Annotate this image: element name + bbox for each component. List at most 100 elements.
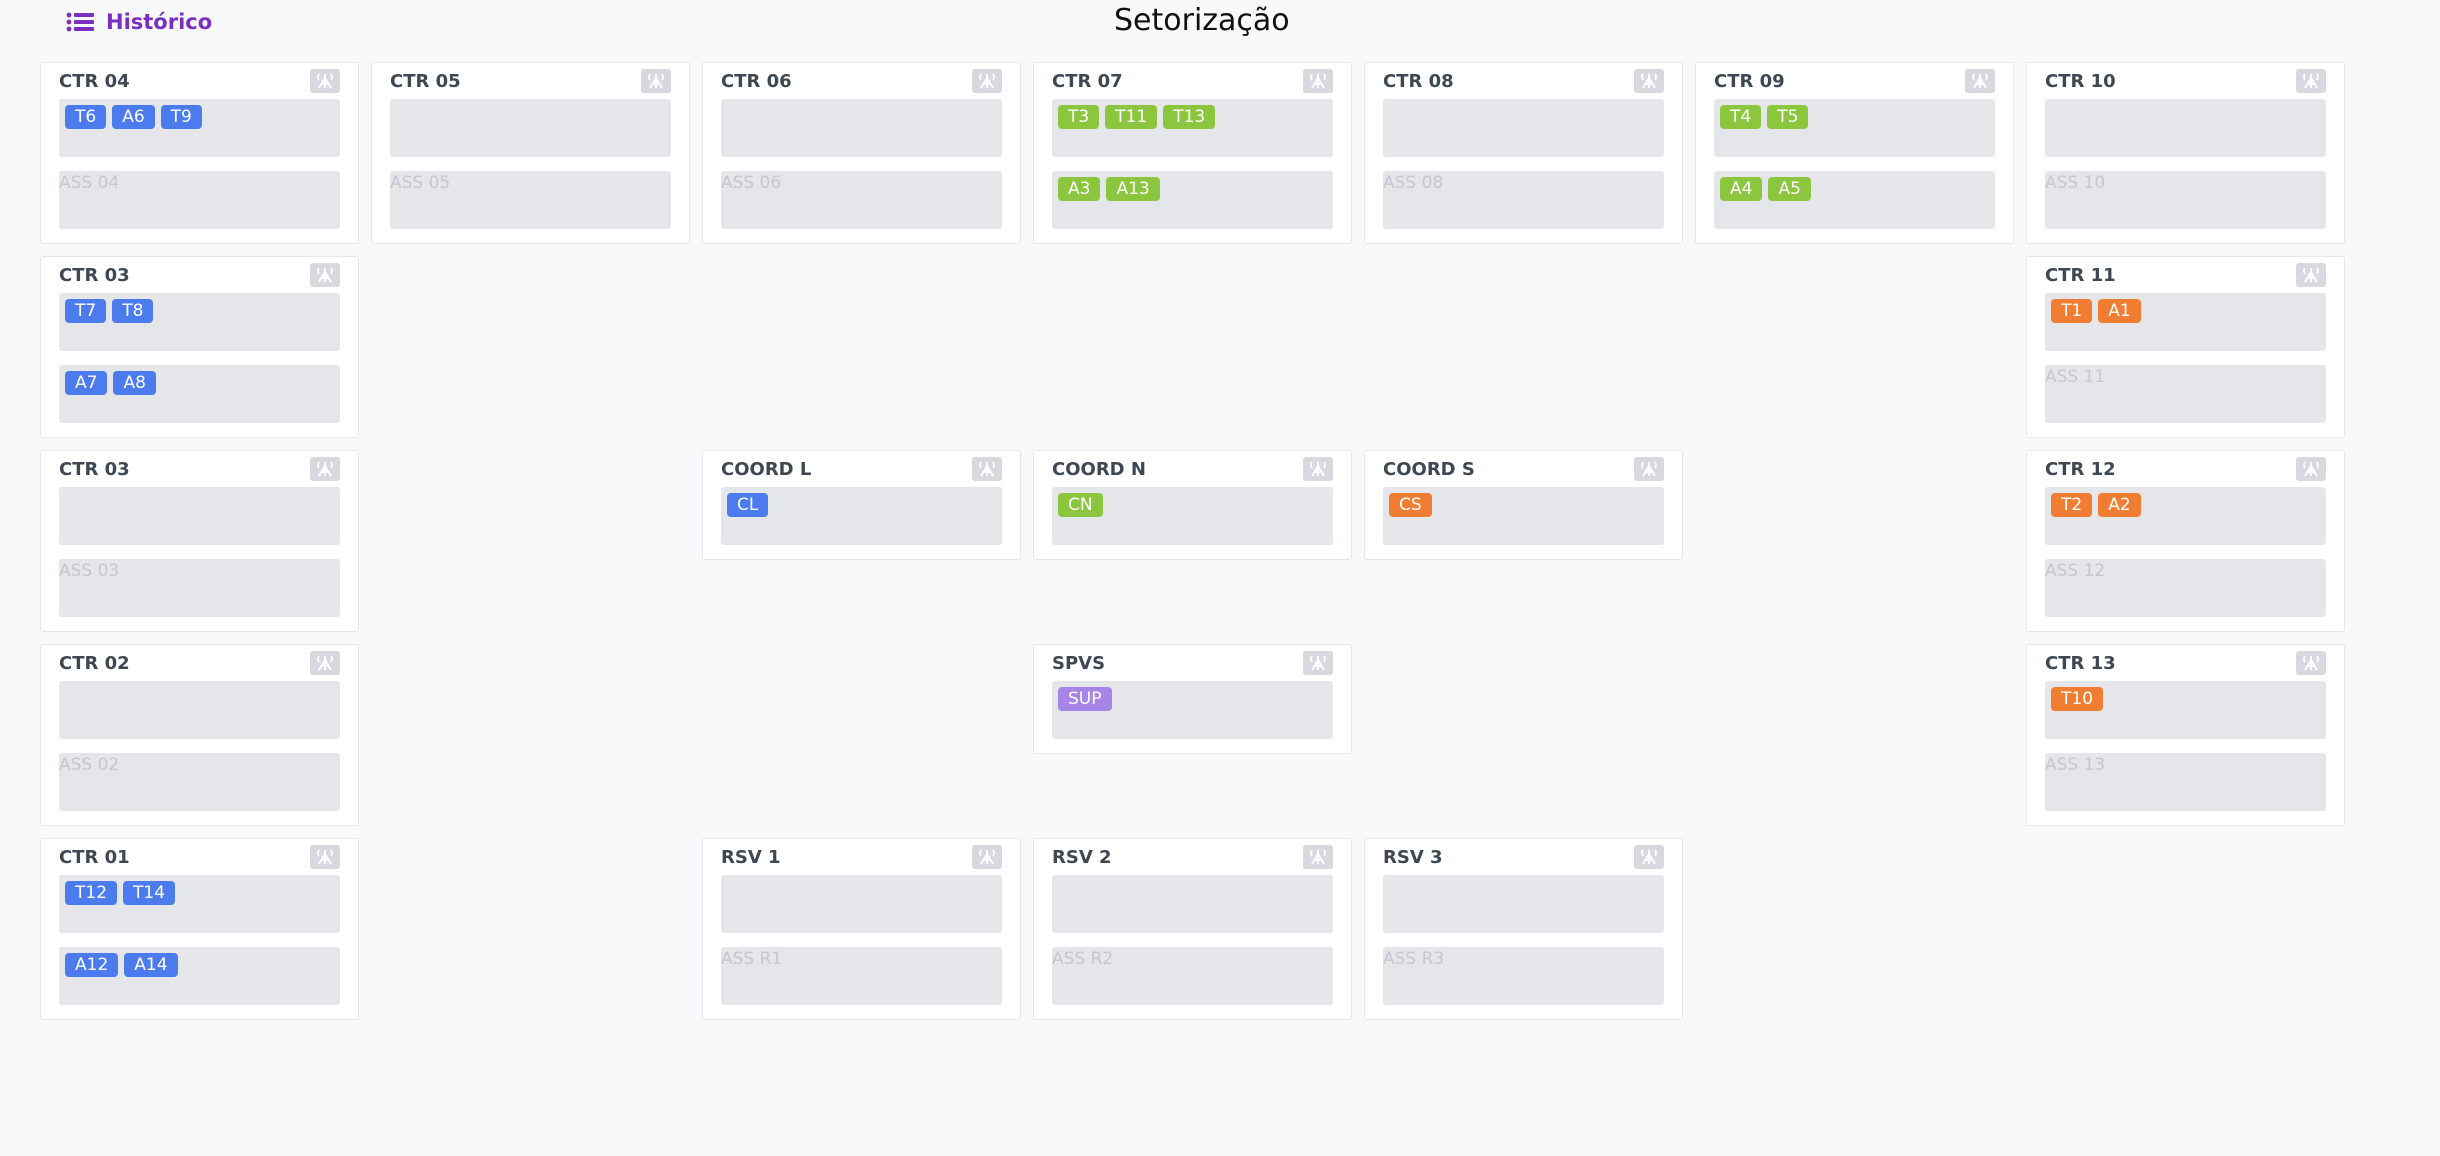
sector-chip[interactable]: T11 (1105, 105, 1158, 129)
assistant-slot[interactable]: ASS R1 (721, 947, 1002, 1005)
antenna-icon[interactable] (1634, 69, 1664, 93)
antenna-icon[interactable] (1303, 69, 1333, 93)
antenna-icon[interactable] (641, 69, 671, 93)
sector-chip[interactable]: T9 (160, 105, 202, 129)
card-title: CTR 10 (2045, 70, 2116, 92)
assistant-slot[interactable]: ASS R2 (1052, 947, 1333, 1005)
assistant-slot[interactable]: ASS 05 (390, 171, 671, 229)
sector-chip[interactable]: T12 (65, 881, 118, 905)
sector-chip[interactable]: CN (1058, 493, 1103, 517)
assistant-slot[interactable]: ASS 12 (2045, 559, 2326, 617)
sector-chip[interactable]: A14 (124, 953, 178, 977)
sector-slot[interactable]: CL (721, 487, 1002, 545)
sector-chip[interactable]: A12 (65, 953, 119, 977)
sector-chip[interactable]: T8 (112, 299, 154, 323)
assistant-slot[interactable]: ASS 08 (1383, 171, 1664, 229)
assistant-slot[interactable]: A4 A5 (1714, 171, 1995, 229)
sector-chip[interactable]: T13 (1163, 105, 1216, 129)
sector-chip[interactable]: A8 (113, 371, 156, 395)
sector-slot[interactable]: T10 (2045, 681, 2326, 739)
sector-slot[interactable]: CN (1052, 487, 1333, 545)
antenna-icon[interactable] (972, 69, 1002, 93)
assistant-slot[interactable]: ASS R3 (1383, 947, 1664, 1005)
antenna-icon[interactable] (310, 263, 340, 287)
sector-chip[interactable]: CS (1389, 493, 1432, 517)
sector-chip[interactable]: A5 (1768, 177, 1811, 201)
card-header: CTR 03 (59, 263, 340, 287)
sector-chip[interactable]: T2 (2051, 493, 2093, 517)
sector-chip[interactable]: T3 (1058, 105, 1100, 129)
sector-slot[interactable]: SUP (1052, 681, 1333, 739)
assistant-slot[interactable]: ASS 02 (59, 753, 340, 811)
antenna-icon[interactable] (972, 457, 1002, 481)
sector-chip[interactable]: A13 (1106, 177, 1160, 201)
sector-slot[interactable] (1052, 875, 1333, 933)
sector-chip[interactable]: A7 (65, 371, 108, 395)
assistant-slot[interactable]: A3 A13 (1052, 171, 1333, 229)
sector-slot[interactable]: T4 T5 (1714, 99, 1995, 157)
card-title: CTR 12 (2045, 458, 2116, 480)
sector-chip[interactable]: T1 (2051, 299, 2093, 323)
antenna-icon[interactable] (310, 651, 340, 675)
antenna-icon[interactable] (2296, 457, 2326, 481)
assistant-slot[interactable]: A7 A8 (59, 365, 340, 423)
sector-slot[interactable]: T2 A2 (2045, 487, 2326, 545)
position-card: RSV 3 ASS R3 (1364, 838, 1683, 1020)
sector-chip[interactable]: CL (727, 493, 769, 517)
sector-chip[interactable]: T5 (1767, 105, 1809, 129)
antenna-icon[interactable] (1303, 651, 1333, 675)
antenna-icon[interactable] (310, 457, 340, 481)
sector-slot[interactable] (1383, 875, 1664, 933)
antenna-icon[interactable] (972, 845, 1002, 869)
sector-chip[interactable]: T14 (123, 881, 176, 905)
sector-chip[interactable]: T10 (2051, 687, 2104, 711)
sector-chip[interactable]: A1 (2098, 299, 2141, 323)
assistant-slot[interactable]: ASS 04 (59, 171, 340, 229)
sector-chip[interactable]: A6 (112, 105, 155, 129)
sector-chip[interactable]: A3 (1058, 177, 1101, 201)
antenna-icon[interactable] (2296, 69, 2326, 93)
antenna-icon[interactable] (2296, 651, 2326, 675)
antenna-icon[interactable] (1634, 845, 1664, 869)
sector-slot[interactable] (1383, 99, 1664, 157)
assistant-slot[interactable]: ASS 06 (721, 171, 1002, 229)
historico-button[interactable]: Histórico (66, 10, 212, 34)
antenna-icon[interactable] (1303, 457, 1333, 481)
card-header: COORD L (721, 457, 1002, 481)
sector-slot[interactable]: T6 A6 T9 (59, 99, 340, 157)
sector-chip[interactable]: SUP (1058, 687, 1112, 711)
sector-slot[interactable] (721, 99, 1002, 157)
position-card: SPVS SUP (1033, 644, 1352, 754)
antenna-icon[interactable] (1634, 457, 1664, 481)
position-card: COORD S CS (1364, 450, 1683, 560)
sector-slot[interactable] (390, 99, 671, 157)
sector-slot[interactable]: CS (1383, 487, 1664, 545)
sector-chip[interactable]: T7 (65, 299, 107, 323)
antenna-icon[interactable] (1303, 845, 1333, 869)
antenna-icon[interactable] (310, 69, 340, 93)
assistant-slot[interactable]: ASS 03 (59, 559, 340, 617)
assistant-slot[interactable]: ASS 13 (2045, 753, 2326, 811)
sector-chip[interactable]: T6 (65, 105, 107, 129)
sector-slot[interactable]: T1 A1 (2045, 293, 2326, 351)
assistant-slot[interactable]: ASS 10 (2045, 171, 2326, 229)
sector-chip[interactable]: T4 (1720, 105, 1762, 129)
sector-chip[interactable]: A2 (2098, 493, 2141, 517)
sector-chip[interactable]: A4 (1720, 177, 1763, 201)
sector-slot[interactable]: T7 T8 (59, 293, 340, 351)
assistant-placeholder: ASS 13 (2045, 755, 2106, 775)
assistant-slot[interactable]: A12 A14 (59, 947, 340, 1005)
sector-slot[interactable] (721, 875, 1002, 933)
sector-slot[interactable]: T12 T14 (59, 875, 340, 933)
sector-slot[interactable] (59, 681, 340, 739)
antenna-icon[interactable] (2296, 263, 2326, 287)
antenna-icon[interactable] (310, 845, 340, 869)
card-header: CTR 02 (59, 651, 340, 675)
card-title: COORD S (1383, 458, 1475, 480)
assistant-slot[interactable]: ASS 11 (2045, 365, 2326, 423)
sector-slot[interactable] (2045, 99, 2326, 157)
position-card: CTR 03 T7 T8 A7 A8 (40, 256, 359, 438)
sector-slot[interactable] (59, 487, 340, 545)
antenna-icon[interactable] (1965, 69, 1995, 93)
sector-slot[interactable]: T3 T11 T13 (1052, 99, 1333, 157)
